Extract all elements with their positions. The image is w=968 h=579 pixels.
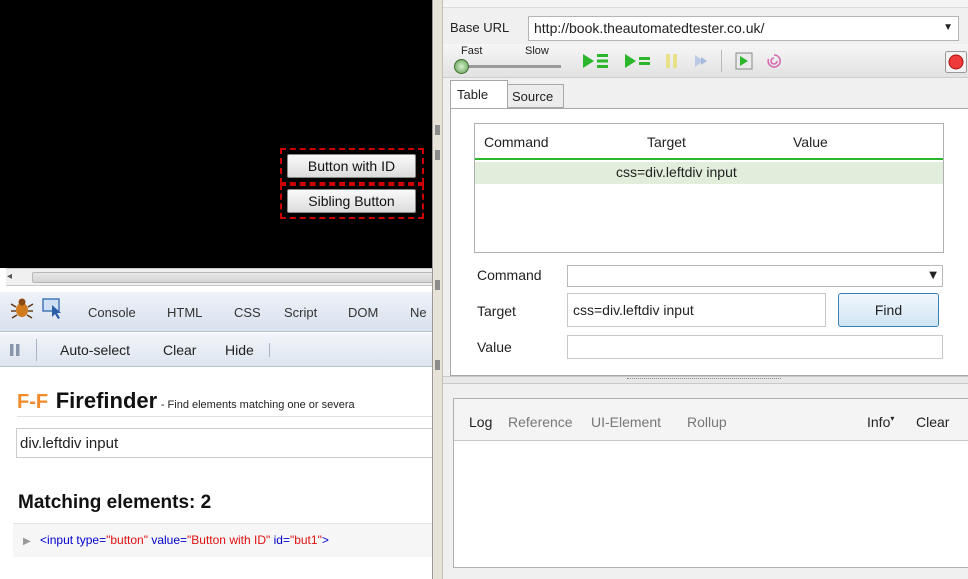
attr-value-name: value=: [148, 533, 188, 547]
log-panel: Log Reference UI-Element Rollup Info▾ Cl…: [453, 398, 968, 568]
tab-log[interactable]: Log: [469, 414, 492, 430]
dropdown-arrow-icon: ▾: [890, 414, 895, 423]
speed-slider-handle[interactable]: [454, 59, 469, 74]
firebug-bug-icon[interactable]: [10, 296, 34, 320]
hide-button[interactable]: Hide: [225, 342, 254, 358]
clear-button[interactable]: Clear: [163, 342, 196, 358]
splitter-grip[interactable]: [627, 378, 781, 382]
log-clear-button[interactable]: Clear: [916, 414, 949, 430]
frame-notch: [435, 360, 440, 370]
attr-id-name: id=: [270, 533, 290, 547]
selector-input[interactable]: div.leftdiv input: [16, 428, 440, 458]
firefinder-header: F-F Firefinder - Find elements matching …: [17, 388, 355, 414]
dropdown-arrow-icon[interactable]: ▼: [929, 270, 937, 281]
menu-bar-clipped: [443, 0, 968, 8]
base-url-label: Base URL: [450, 20, 510, 35]
speed-slow-label: Slow: [525, 45, 549, 57]
tab-table[interactable]: Table: [450, 80, 508, 109]
horizontal-scrollbar[interactable]: ◂: [6, 268, 440, 286]
tab-console[interactable]: Console: [88, 305, 136, 320]
editor-tabs: Table Source: [450, 80, 564, 109]
attr-type-value: "button": [106, 533, 148, 547]
firebug-subbar: Auto-select Clear Hide: [0, 333, 440, 367]
target-label: Target: [477, 303, 516, 319]
ide-content: Base URL http://book.theautomatedtester.…: [443, 0, 968, 579]
dropdown-arrow-icon[interactable]: ▼: [943, 22, 953, 33]
firefinder-title: Firefinder: [55, 388, 158, 413]
command-label: Command: [477, 267, 542, 283]
tab-source[interactable]: Source: [508, 84, 564, 108]
value-input[interactable]: [567, 335, 943, 359]
step-disabled-icon[interactable]: [693, 53, 709, 69]
attr-id-value: "but1": [289, 533, 322, 547]
selenium-ide-window: Base URL http://book.theautomatedtester.…: [432, 0, 968, 579]
play-test-icon[interactable]: [624, 52, 652, 70]
page-viewport: Button with ID Sibling Button: [0, 0, 440, 268]
header-value[interactable]: Value: [793, 134, 828, 150]
ide-toolbar: Fast Slow: [443, 44, 968, 78]
firefinder-subtitle: - Find elements matching one or severa: [160, 399, 355, 411]
target-input[interactable]: css=div.leftdiv input: [567, 293, 826, 327]
divider: [17, 416, 440, 417]
pause-disabled-icon[interactable]: [665, 53, 679, 69]
toolbar-divider: [36, 339, 37, 361]
find-button[interactable]: Find: [838, 293, 939, 327]
frame-notch: [435, 150, 440, 160]
firefinder-panel: F-F Firefinder - Find elements matching …: [0, 368, 440, 579]
log-tabs: Log Reference UI-Element Rollup Info▾ Cl…: [454, 399, 968, 441]
tag-close: >: [321, 533, 329, 547]
editor-panel: Command Target Value css=div.leftdiv inp…: [450, 108, 968, 376]
auto-select-button[interactable]: Auto-select: [60, 342, 130, 358]
header-command[interactable]: Command: [484, 134, 549, 150]
scroll-left-icon[interactable]: ◂: [7, 271, 12, 282]
testrunner-icon[interactable]: [735, 52, 753, 70]
tab-css[interactable]: CSS: [234, 305, 261, 320]
tab-dom[interactable]: DOM: [348, 305, 378, 320]
tab-html[interactable]: HTML: [167, 305, 202, 320]
frame-notch: [435, 125, 440, 135]
inspect-icon[interactable]: [41, 297, 65, 319]
play-suite-icon[interactable]: [582, 52, 610, 70]
pause-icon[interactable]: [9, 344, 21, 356]
attr-value-value: "Button with ID": [187, 533, 271, 547]
tab-script[interactable]: Script: [284, 305, 317, 320]
tab-ui-element[interactable]: UI-Element: [591, 414, 661, 430]
tab-rollup[interactable]: Rollup: [687, 414, 727, 430]
scrollbar-thumb[interactable]: [32, 272, 436, 283]
base-url-input[interactable]: http://book.theautomatedtester.co.uk/ ▼: [528, 16, 959, 41]
toolbar-divider: [721, 50, 722, 72]
speed-fast-label: Fast: [461, 45, 483, 57]
rollup-icon[interactable]: [765, 52, 783, 70]
tab-reference[interactable]: Reference: [508, 414, 573, 430]
tab-net[interactable]: Ne: [410, 305, 427, 320]
sibling-button[interactable]: Sibling Button: [287, 189, 416, 213]
header-target[interactable]: Target: [647, 134, 686, 150]
record-icon[interactable]: [945, 51, 967, 73]
table-row[interactable]: css=div.leftdiv input: [475, 162, 943, 184]
info-label: Info: [867, 414, 891, 430]
expand-icon[interactable]: ▶: [23, 536, 31, 547]
row-target: css=div.leftdiv input: [616, 164, 737, 180]
firebug-toolbar: Console HTML CSS Script DOM Ne: [0, 292, 440, 332]
speed-slider-track[interactable]: [465, 65, 561, 68]
command-select[interactable]: ▼: [567, 265, 943, 287]
panel-splitter[interactable]: [443, 376, 968, 384]
result-row[interactable]: ▶ <input type="button" value="Button wit…: [13, 523, 440, 557]
table-header: Command Target Value: [475, 124, 943, 160]
base-url-value: http://book.theautomatedtester.co.uk/: [534, 20, 765, 36]
firefinder-logo: F-F: [17, 391, 49, 413]
frame-notch: [435, 280, 440, 290]
tag-open: <input type=: [40, 533, 107, 547]
toolbar-divider: [269, 343, 270, 357]
matching-elements-heading: Matching elements: 2: [18, 492, 212, 513]
value-label: Value: [477, 339, 512, 355]
button-with-id[interactable]: Button with ID: [287, 154, 416, 178]
info-button[interactable]: Info▾: [867, 414, 894, 430]
command-table[interactable]: Command Target Value css=div.leftdiv inp…: [474, 123, 944, 253]
